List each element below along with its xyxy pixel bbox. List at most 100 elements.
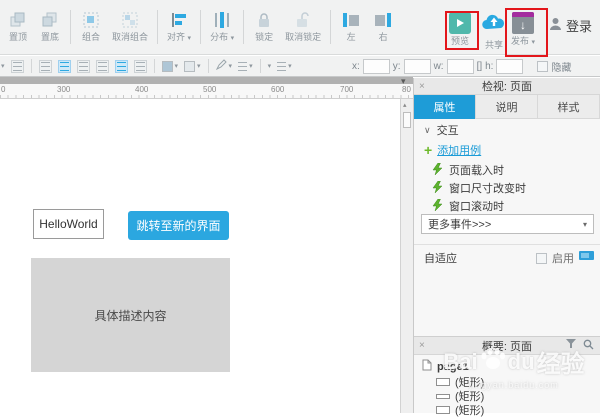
canvas-vertical-scrollbar[interactable]: ▴: [400, 99, 413, 413]
main-toolbar: 置顶 置底 组合 取消组合: [0, 0, 600, 55]
description-widget[interactable]: 具体描述内容: [31, 258, 230, 372]
toolbar-divider: [200, 10, 201, 44]
pencil-icon: [216, 57, 227, 75]
toolbar-divider: [154, 59, 155, 73]
fill-color-swatch: [162, 61, 173, 72]
y-input[interactable]: [404, 59, 431, 74]
jump-button-widget[interactable]: 跳转至新的界面: [128, 211, 229, 240]
adaptive-section-label: 自适应: [424, 250, 457, 266]
login-label: 登录: [566, 16, 592, 35]
border-width-dropdown[interactable]: ▾: [265, 58, 275, 75]
arrow-style-dropdown[interactable]: ▾: [274, 58, 295, 75]
valign-middle-button[interactable]: [112, 58, 131, 75]
font-dropdown[interactable]: ▾: [0, 58, 8, 75]
ruler-tick-label: 0: [1, 85, 5, 94]
adaptive-section: 自适应 启用: [424, 250, 594, 266]
valign-top-button[interactable]: [93, 58, 112, 75]
w-input[interactable]: [447, 59, 474, 74]
event-label: 窗口尺寸改变时: [449, 180, 526, 196]
toolbar-divider: [330, 10, 331, 44]
fill-color-dropdown[interactable]: ▾: [159, 58, 182, 75]
tab-style[interactable]: 样式: [538, 95, 600, 119]
paragraph-style-button[interactable]: [8, 58, 27, 75]
share-label: 共享: [485, 41, 503, 50]
outline-item-rect[interactable]: (矩形): [436, 402, 484, 418]
aspect-lock-icon[interactable]: []: [477, 61, 483, 72]
lock-icon: [253, 10, 275, 30]
caret-down-icon: ▾: [249, 62, 253, 70]
lock-button[interactable]: 锁定: [248, 8, 280, 44]
font-color-dropdown[interactable]: ▾: [181, 58, 204, 75]
distribute-button[interactable]: 分布 ▾: [205, 8, 239, 45]
line-color-dropdown[interactable]: ▾: [213, 58, 236, 75]
add-case-link[interactable]: + 添加用例: [424, 142, 481, 158]
outline-item-page1[interactable]: page1: [422, 359, 469, 374]
group-button[interactable]: 组合: [75, 8, 107, 44]
tab-notes[interactable]: 说明: [476, 95, 538, 119]
chevron-down-icon: ∨: [424, 125, 431, 136]
adaptive-enable-checkbox[interactable]: [536, 253, 547, 264]
bring-to-front-button[interactable]: 置顶: [2, 8, 34, 44]
valign-bottom-button[interactable]: [131, 58, 150, 75]
event-item-onpageload[interactable]: 页面载入时: [432, 162, 504, 178]
ungroup-button[interactable]: 取消组合: [107, 8, 153, 44]
style-toolbar: ▾ ▾ ▾ ▾ ▾ ▾ ▾ x: y: w: [] h:: [0, 56, 600, 77]
preview-button[interactable]: 预览: [449, 12, 471, 46]
toolbar-item-label: 锁定: [255, 33, 273, 42]
halign-left-button[interactable]: [36, 58, 55, 75]
event-item-onwindowscroll[interactable]: 窗口滚动时: [432, 198, 504, 214]
align-right-button[interactable]: 右: [367, 8, 399, 44]
user-icon: [549, 17, 562, 35]
ruler-tick-label: 600: [271, 85, 284, 94]
scroll-up-icon[interactable]: ▴: [403, 101, 407, 109]
hide-checkbox[interactable]: [537, 61, 548, 72]
h-input[interactable]: [496, 59, 523, 74]
close-icon[interactable]: ×: [419, 340, 425, 351]
filter-icon[interactable]: [566, 339, 576, 352]
inspector-tabs: 属性 说明 样式: [414, 95, 600, 119]
line-style-dropdown[interactable]: ▾: [235, 58, 256, 75]
align-left-button[interactable]: 左: [335, 8, 367, 44]
axure-window: 置顶 置底 组合 取消组合: [0, 0, 600, 413]
canvas-options-dropdown[interactable]: ▾: [401, 76, 406, 87]
toolbar-item-label: 分布 ▾: [210, 33, 234, 43]
tab-properties[interactable]: 属性: [414, 95, 476, 119]
scrollbar-thumb[interactable]: [403, 112, 411, 128]
unlock-button[interactable]: 取消锁定: [280, 8, 326, 44]
hide-label: 隐藏: [551, 59, 571, 74]
event-item-onwindowresize[interactable]: 窗口尺寸改变时: [432, 180, 526, 196]
group-icon: [80, 10, 102, 30]
hello-world-label: HelloWorld: [39, 217, 97, 231]
horizontal-ruler: 0 300 400 500 600 700 80: [0, 84, 413, 99]
close-icon[interactable]: ×: [419, 81, 425, 92]
send-to-back-icon: [39, 10, 61, 30]
page-icon: [422, 359, 432, 374]
hello-world-widget[interactable]: HelloWorld: [33, 209, 104, 239]
send-to-back-button[interactable]: 置底: [34, 8, 66, 44]
design-canvas[interactable]: HelloWorld 跳转至新的界面 具体描述内容: [0, 99, 400, 413]
ruler-tick-label: 400: [135, 85, 148, 94]
publish-button[interactable]: ↓ 发布 ▾: [511, 12, 535, 47]
outline-item-label: page1: [437, 361, 469, 373]
align-text-right-icon: [77, 60, 90, 73]
toolbar-divider: [243, 10, 244, 44]
share-button[interactable]: 共享: [481, 13, 507, 50]
interaction-section-header[interactable]: ∨ 交互: [424, 122, 459, 138]
login-button[interactable]: 登录: [549, 16, 592, 35]
inspector-panel: × 检视: 页面 属性 说明 样式 ∨ 交互 + 添加用例 页面载入时 窗口尺寸…: [413, 78, 600, 413]
more-events-dropdown[interactable]: 更多事件>>> ▾: [421, 214, 594, 234]
halign-right-button[interactable]: [74, 58, 93, 75]
search-icon[interactable]: [583, 339, 594, 353]
halign-center-button[interactable]: [55, 58, 74, 75]
caret-down-icon: ▾: [532, 39, 536, 46]
event-lightning-icon: [432, 199, 443, 214]
distribute-icon: [211, 10, 233, 30]
toolbar-divider: [31, 59, 32, 73]
align-button[interactable]: 对齐 ▾: [162, 8, 196, 45]
adaptive-views-icon[interactable]: [579, 251, 594, 265]
toolbar-divider: [157, 10, 158, 44]
caret-down-icon: ▾: [231, 35, 235, 42]
align-icon: [168, 10, 190, 30]
toolbar-item-label: 右: [379, 33, 388, 42]
x-input[interactable]: [363, 59, 390, 74]
